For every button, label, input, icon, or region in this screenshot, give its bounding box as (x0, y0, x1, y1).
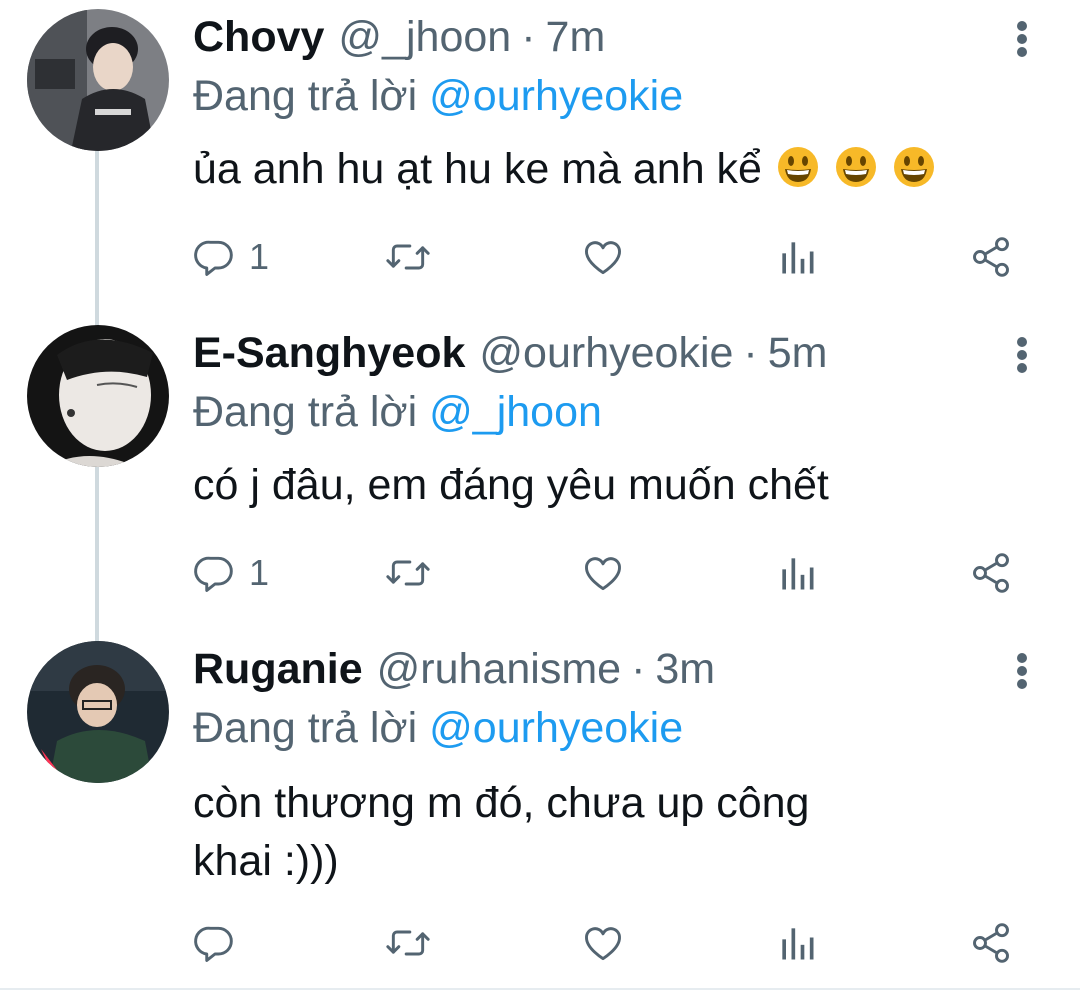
views-button[interactable] (777, 232, 817, 282)
tweet-text-block: ủa anh hu ạt hu ke mà anh kể (193, 140, 1013, 198)
share-button[interactable] (968, 918, 1014, 968)
separator-dot: · (743, 328, 758, 377)
replying-to-handle[interactable]: @ourhyeokie (429, 704, 683, 752)
reply-button[interactable] (193, 918, 249, 968)
like-button[interactable] (580, 918, 626, 968)
reply-button[interactable]: 1 (193, 548, 269, 598)
tweet-timestamp[interactable]: 7m (546, 13, 606, 62)
heart-icon (580, 551, 626, 595)
reply-button[interactable]: 1 (193, 232, 269, 282)
replying-to-handle[interactable]: @ourhyeokie (429, 72, 683, 120)
tweet-timestamp[interactable]: 5m (768, 329, 828, 378)
reply-thread: Chovy @_jhoon · 7m Đang trả lời @ourhyeo… (0, 0, 1080, 992)
share-icon (968, 235, 1014, 279)
retweet-button[interactable] (384, 232, 432, 282)
more-options-icon[interactable] (1004, 640, 1040, 700)
retweet-button[interactable] (384, 918, 432, 968)
divider (0, 988, 1080, 990)
display-name[interactable]: Ruganie (193, 645, 363, 694)
views-button[interactable] (777, 918, 817, 968)
share-button[interactable] (968, 232, 1014, 282)
share-button[interactable] (968, 548, 1014, 598)
separator-dot: · (631, 644, 646, 693)
tweet-actions: 1 (0, 232, 1080, 282)
grinning-face-emoji (892, 145, 936, 189)
grinning-face-emoji (776, 145, 820, 189)
tweet-text: ủa anh hu ạt hu ke mà anh kể (193, 145, 762, 193)
share-icon (968, 551, 1014, 595)
views-chart-icon (777, 551, 817, 595)
tweet[interactable]: Chovy @_jhoon · 7m Đang trả lời @ourhyeo… (0, 0, 1080, 300)
replying-to-line: Đang trả lời @ourhyeokie (193, 72, 683, 121)
retweet-icon (384, 551, 432, 595)
more-options-icon[interactable] (1004, 8, 1040, 68)
tweet-text: còn thương m đó, chưa up công khai :))) (193, 779, 810, 885)
avatar[interactable] (27, 325, 169, 467)
tweet[interactable]: E-Sanghyeok @ourhyeokie · 5m Đang trả lờ… (0, 316, 1080, 626)
user-handle[interactable]: @_jhoon (338, 13, 511, 62)
more-options-icon[interactable] (1004, 324, 1040, 384)
retweet-icon (384, 235, 432, 279)
like-button[interactable] (580, 232, 626, 282)
tweet-text-block: còn thương m đó, chưa up công khai :))) (193, 774, 893, 890)
replying-to-line: Đang trả lời @ourhyeokie (193, 704, 683, 753)
replying-to-label: Đang trả lời (193, 72, 418, 120)
tweet-text: có j đâu, em đáng yêu muốn chết (193, 461, 829, 509)
reply-count: 1 (249, 236, 270, 277)
replying-to-handle[interactable]: @_jhoon (429, 388, 602, 436)
avatar[interactable] (27, 9, 169, 151)
heart-icon (580, 921, 626, 965)
tweet-actions (0, 918, 1080, 968)
reply-icon (193, 551, 237, 595)
views-chart-icon (777, 235, 817, 279)
display-name[interactable]: E-Sanghyeok (193, 329, 465, 378)
user-handle[interactable]: @ourhyeokie (479, 329, 733, 378)
views-button[interactable] (777, 548, 817, 598)
heart-icon (580, 235, 626, 279)
views-chart-icon (777, 921, 817, 965)
replying-to-label: Đang trả lời (193, 704, 418, 752)
retweet-button[interactable] (384, 548, 432, 598)
tweet-actions: 1 (0, 548, 1080, 598)
user-handle[interactable]: @ruhanisme (377, 645, 621, 694)
share-icon (968, 921, 1014, 965)
tweet-timestamp[interactable]: 3m (655, 645, 715, 694)
replying-to-line: Đang trả lời @_jhoon (193, 388, 602, 437)
avatar[interactable] (27, 641, 169, 783)
separator-dot: · (521, 12, 536, 61)
display-name[interactable]: Chovy (193, 13, 324, 62)
replying-to-label: Đang trả lời (193, 388, 418, 436)
tweet-text-block: có j đâu, em đáng yêu muốn chết (193, 456, 1013, 514)
reply-icon (193, 235, 237, 279)
retweet-icon (384, 921, 432, 965)
reply-icon (193, 921, 237, 965)
like-button[interactable] (580, 548, 626, 598)
reply-count: 1 (249, 552, 270, 593)
tweet[interactable]: Ruganie @ruhanisme · 3m Đang trả lời @ou… (0, 632, 1080, 988)
grinning-face-emoji (834, 145, 878, 189)
